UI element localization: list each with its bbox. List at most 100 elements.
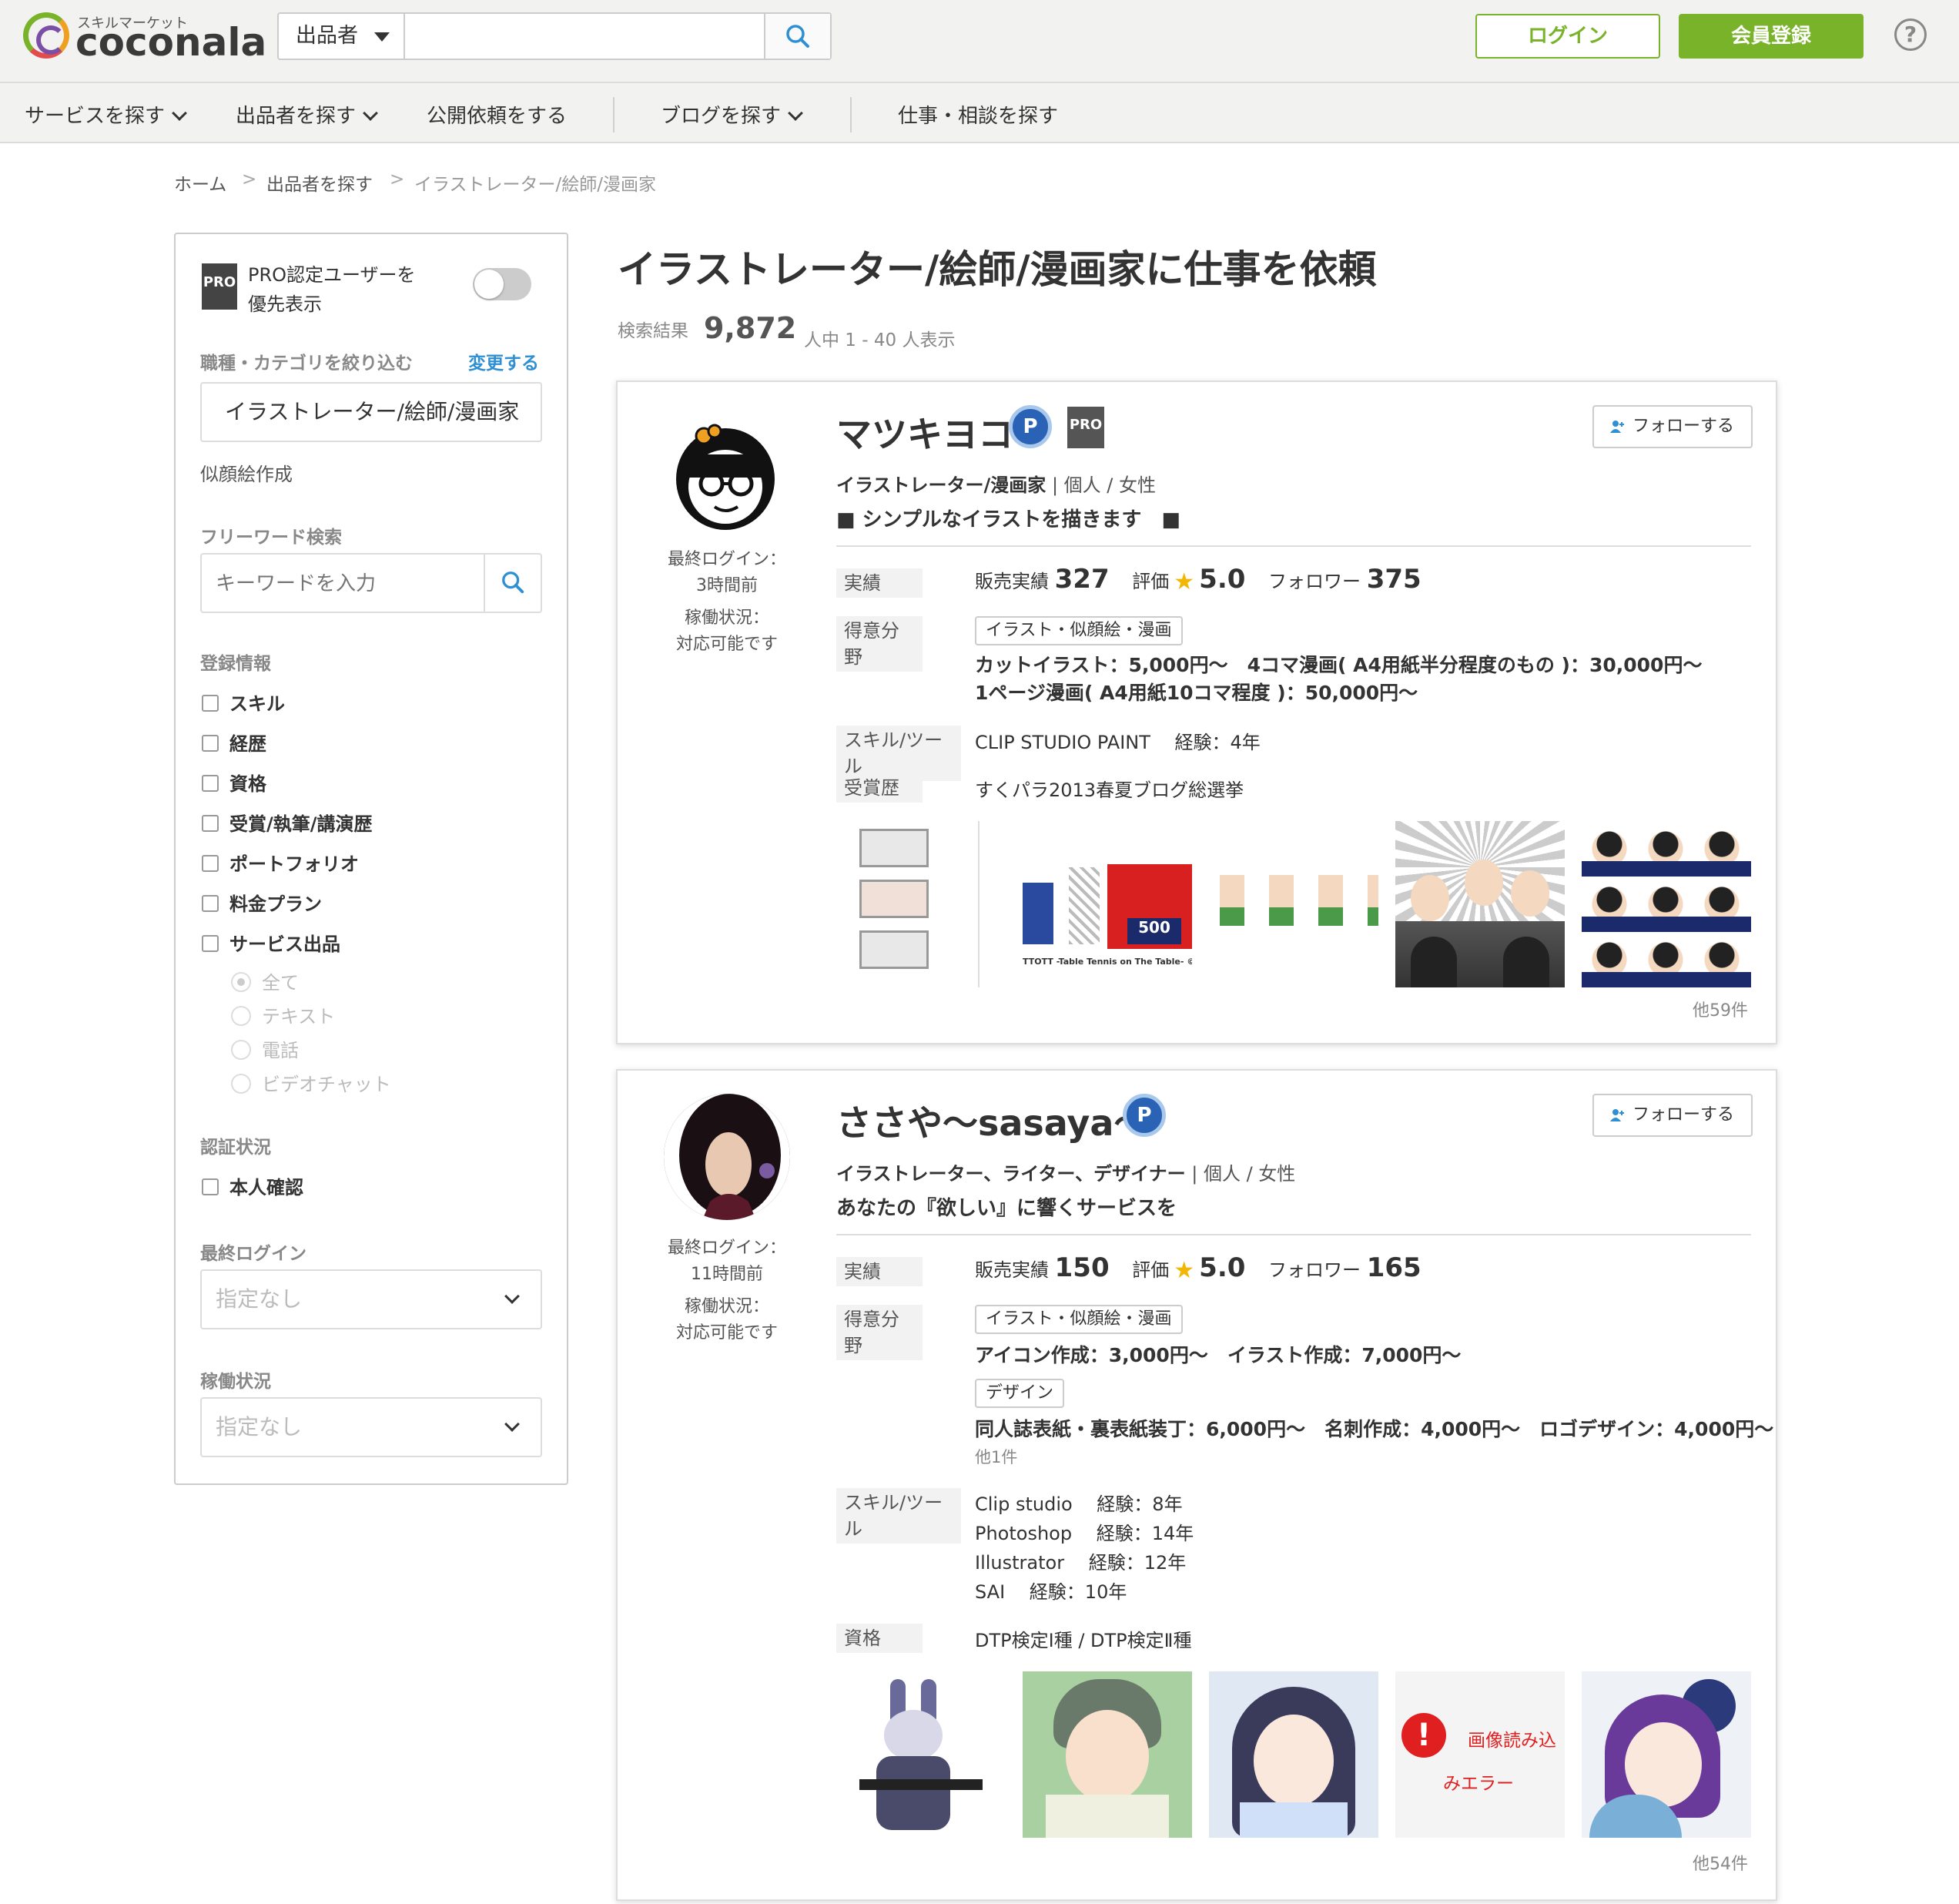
checkbox[interactable] (202, 1178, 219, 1195)
last-login-label: 最終ログイン (200, 1244, 306, 1264)
dropdown-arrow-icon (374, 32, 390, 42)
checkbox[interactable] (202, 855, 219, 872)
portfolio-thumbnail[interactable] (836, 821, 1006, 987)
last-login-select[interactable]: 指定なし (200, 1269, 542, 1329)
seller-name[interactable]: ささや〜sasaya〜 (836, 1095, 1149, 1146)
checkbox[interactable] (202, 775, 219, 792)
portfolio-thumbnail[interactable] (1582, 1671, 1751, 1838)
filter-qualification-checkbox[interactable]: 資格 (202, 769, 266, 796)
portfolio-thumbnail[interactable] (1582, 821, 1751, 987)
radio[interactable] (231, 1040, 251, 1060)
checkbox[interactable] (202, 815, 219, 832)
image-error-placeholder: ! 画像読み込 みエラー (1395, 1671, 1565, 1838)
portfolio-thumbnail[interactable] (1023, 1671, 1192, 1838)
price-line: 同人誌表紙・裏表紙装丁：6,000円〜 名刺作成：4,000円〜 ロゴデザイン：… (975, 1418, 1774, 1440)
portfolio-thumbnail[interactable] (1209, 821, 1378, 987)
rank-badge-letter: P (1137, 1104, 1152, 1127)
seller-type: | 個人 / 女性 (1051, 474, 1156, 496)
checkbox[interactable] (202, 895, 219, 912)
field-more[interactable]: 他1件 (975, 1445, 1017, 1468)
field-label: 得意分野 (836, 1305, 923, 1360)
search-button[interactable] (764, 14, 830, 59)
price-line: カットイラスト：5,000円〜 4コマ漫画( A4用紙半分程度のもの )：30,… (975, 654, 1703, 676)
checkbox-label: スキル (229, 693, 285, 715)
coconala-logo-icon[interactable] (23, 12, 69, 59)
stats-label: 実績 (836, 568, 923, 598)
category-field[interactable]: イラストレーター/絵師/漫画家 (200, 382, 542, 442)
more-count[interactable]: 他59件 (1693, 997, 1748, 1021)
filter-pricing-checkbox[interactable]: 料金プラン (202, 889, 322, 916)
category-tag[interactable]: デザイン (975, 1379, 1065, 1408)
chevron-down-icon (172, 106, 187, 121)
register-button[interactable]: 会員登録 (1679, 14, 1864, 59)
breadcrumb-home[interactable]: ホーム (174, 169, 226, 196)
service-type-text-radio[interactable]: テキスト (231, 1001, 335, 1028)
pro-priority-toggle[interactable] (473, 268, 531, 300)
follow-button[interactable]: フォローする (1592, 405, 1753, 448)
seller-name[interactable]: マツキヨコ (836, 407, 1013, 458)
login-button[interactable]: ログイン (1475, 14, 1660, 59)
followers-label: フォロワー (1268, 1259, 1361, 1281)
nav-divider (850, 97, 852, 132)
filter-awards-checkbox[interactable]: 受賞/執筆/講演歴 (202, 809, 373, 836)
nav-find-sellers[interactable]: 出品者を探す (236, 100, 378, 129)
seller-avatar[interactable] (664, 408, 790, 535)
help-icon[interactable]: ? (1894, 18, 1927, 51)
sales-label: 販売実績 (975, 571, 1049, 592)
portfolio-thumbnail[interactable] (1395, 821, 1565, 987)
auth-label: 認証状況 (200, 1138, 271, 1158)
seller-avatar[interactable] (664, 1094, 790, 1220)
status-select[interactable]: 指定なし (200, 1397, 542, 1457)
radio[interactable] (231, 1006, 251, 1026)
nav-find-jobs[interactable]: 仕事・相談を探す (898, 100, 1058, 129)
service-type-video-radio[interactable]: ビデオチャット (231, 1069, 391, 1096)
radio[interactable] (231, 1074, 251, 1094)
search-icon (786, 25, 809, 48)
search-type-select[interactable]: 出品者 (279, 14, 405, 59)
portfolio-thumbnail[interactable]: 500 TTOTT -Table Tennis on The Table- © (1023, 821, 1192, 987)
freeword-search-button[interactable] (484, 555, 541, 612)
portfolio-thumbnail[interactable] (836, 1671, 1006, 1838)
search-input[interactable] (407, 14, 762, 59)
skill-item: Clip studio 経験：8年 (975, 1493, 1183, 1515)
pro-badge-icon: PRO (1067, 407, 1104, 448)
nav-divider (613, 97, 614, 132)
change-category-link[interactable]: 変更する (468, 348, 539, 374)
filter-skill-checkbox[interactable]: スキル (202, 689, 285, 716)
rating-value: 5.0 (1199, 1252, 1246, 1283)
checkbox[interactable] (202, 935, 219, 952)
filter-career-checkbox[interactable]: 経歴 (202, 729, 266, 756)
pro-toggle-label-line: 優先表示 (248, 293, 322, 315)
nav-find-services[interactable]: サービスを探す (25, 100, 187, 129)
followers-label: フォロワー (1268, 571, 1361, 592)
category-tag[interactable]: イラスト・似顔絵・漫画 (975, 616, 1183, 645)
follow-button[interactable]: フォローする (1592, 1094, 1753, 1137)
star-icon: ★ (1174, 568, 1195, 595)
award-label: 受賞歴 (836, 773, 923, 803)
divider (836, 545, 1751, 547)
nav-find-blogs[interactable]: ブログを探す (661, 100, 803, 129)
radio[interactable] (231, 972, 251, 992)
checkbox[interactable] (202, 695, 219, 712)
breadcrumb-find-sellers[interactable]: 出品者を探す (266, 169, 373, 196)
more-count[interactable]: 他54件 (1693, 1850, 1748, 1875)
add-user-icon (1610, 1109, 1624, 1121)
result-count: 9,872 (704, 311, 797, 345)
portfolio-thumbnail[interactable] (1209, 1671, 1378, 1838)
nav-public-request[interactable]: 公開依頼をする (427, 100, 567, 129)
freeword-input[interactable] (202, 555, 482, 612)
category-tag[interactable]: イラスト・似顔絵・漫画 (975, 1305, 1183, 1334)
checkbox[interactable] (202, 735, 219, 752)
skill-label: スキル/ツール (836, 1488, 961, 1544)
filter-identity-checkbox[interactable]: 本人確認 (202, 1172, 303, 1199)
filter-portfolio-checkbox[interactable]: ポートフォリオ (202, 849, 359, 876)
filter-service-checkbox[interactable]: サービス出品 (202, 929, 340, 956)
nav-label: 公開依頼をする (427, 105, 568, 128)
select-value: 指定なし (216, 1286, 303, 1312)
skill-value: CLIP STUDIO PAINT 経験：4年 (975, 732, 1261, 753)
service-type-phone-radio[interactable]: 電話 (231, 1035, 299, 1062)
search-icon (502, 572, 524, 594)
service-type-all-radio[interactable]: 全て (231, 967, 299, 994)
category-value: イラストレーター/絵師/漫画家 (225, 399, 520, 424)
logo-text[interactable]: coconala (75, 20, 266, 65)
